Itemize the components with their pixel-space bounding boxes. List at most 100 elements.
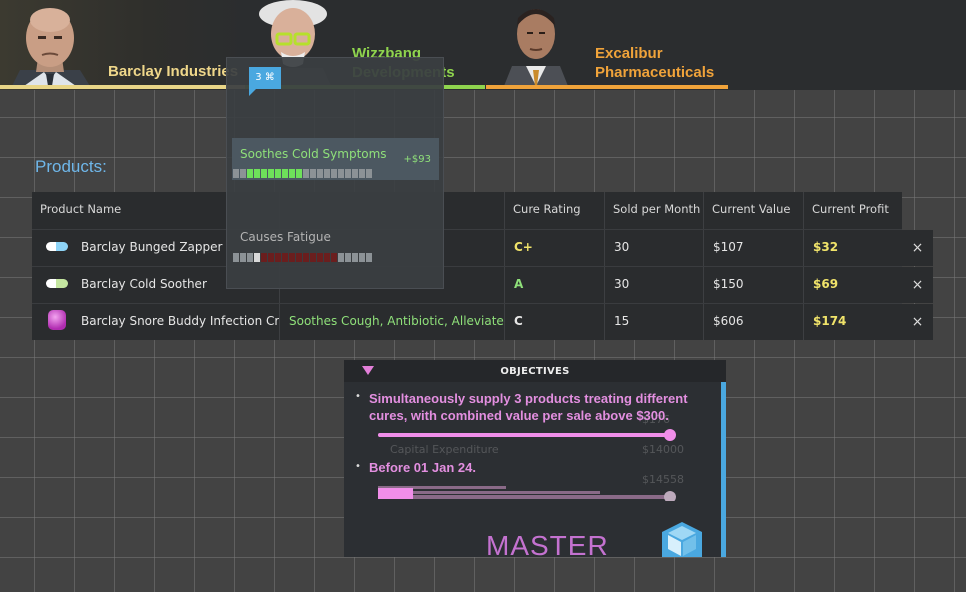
- strength-segment: [310, 253, 316, 262]
- cure-rating: C+: [505, 230, 605, 266]
- master-rank-text: MASTER: [486, 530, 609, 561]
- effect-row-positive: Soothes Cold Symptoms +$93: [232, 138, 439, 180]
- company-tab-excalibur[interactable]: Excalibur Pharmaceuticals: [486, 0, 728, 90]
- sold-per-month: 30: [605, 230, 704, 266]
- strength-segment: [359, 169, 365, 178]
- strength-segment: [303, 169, 309, 178]
- ghost-text: $14000: [642, 443, 684, 456]
- pill-icon: [46, 279, 68, 288]
- product-name: Barclay Cold Soother: [81, 277, 207, 291]
- table-row[interactable]: Barclay Bunged Zapper C+ 30 $107 $32 ×: [32, 229, 933, 266]
- strength-segment: [268, 169, 274, 178]
- current-profit: $32: [813, 240, 839, 254]
- sold-per-month: 15: [605, 304, 704, 340]
- cure-rating: C: [505, 304, 605, 340]
- strength-segment: [247, 169, 253, 178]
- current-value: $107: [704, 230, 804, 266]
- objectives-edge: [721, 382, 726, 557]
- strength-segment: [345, 253, 351, 262]
- strength-segment: [261, 253, 267, 262]
- bullet-icon: •: [355, 461, 361, 472]
- product-name: Barclay Bunged Zapper: [81, 240, 223, 254]
- strength-segment: [261, 169, 267, 178]
- product-effects-tooltip: 3 ⌘ Soothes Cold Symptoms +$93 Causes Fa…: [226, 57, 444, 289]
- strength-segment: [338, 253, 344, 262]
- current-profit: $69: [813, 277, 839, 291]
- header-sold-per-month[interactable]: Sold per Month: [605, 192, 704, 229]
- effect-label: Causes Fatigue: [240, 230, 331, 244]
- objectives-panel: OBJECTIVES $176 Capital Expenditure $140…: [344, 360, 726, 561]
- table-row[interactable]: Barclay Cold Soother A 30 $150 $69 ×: [32, 266, 933, 303]
- strength-segment: [338, 169, 344, 178]
- sold-per-month: 30: [605, 267, 704, 303]
- strength-segment: [366, 253, 372, 262]
- current-profit: $174: [813, 314, 847, 328]
- strength-segment: [289, 169, 295, 178]
- bullet-icon: •: [355, 391, 361, 402]
- ceo-portrait-excalibur: [504, 9, 568, 86]
- current-value: $606: [704, 304, 804, 340]
- strength-segment: [247, 253, 253, 262]
- strength-segment: [289, 253, 295, 262]
- remove-product-icon[interactable]: ×: [902, 267, 933, 303]
- strength-segment: [317, 169, 323, 178]
- strength-segment: [317, 253, 323, 262]
- strength-segment: [240, 169, 246, 178]
- strength-segment: [254, 169, 260, 178]
- product-effects: Soothes Cough, Antibiotic, Alleviate...: [280, 304, 505, 340]
- strength-segment: [282, 169, 288, 178]
- products-table: Product Name Cure Rating Sold per Month …: [32, 192, 933, 340]
- badge-count: 3: [255, 72, 262, 83]
- strength-segment: [275, 253, 281, 262]
- objective-text: Simultaneously supply 3 products treatin…: [369, 391, 688, 423]
- strength-segment: [324, 169, 330, 178]
- strength-segment: [345, 169, 351, 178]
- strength-segment: [275, 169, 281, 178]
- strength-segment: [296, 253, 302, 262]
- objective-progress-bar: [378, 486, 676, 501]
- strength-segment: [310, 169, 316, 178]
- company-color-bar: [486, 85, 728, 89]
- table-header: Product Name Cure Rating Sold per Month …: [32, 192, 902, 229]
- strength-segment: [233, 169, 239, 178]
- strength-segment: [233, 253, 239, 262]
- strength-segment: [352, 253, 358, 262]
- products-heading: Products:: [35, 157, 107, 176]
- remove-product-icon[interactable]: ×: [902, 304, 933, 340]
- cure-rating: A: [505, 267, 605, 303]
- header-current-profit[interactable]: Current Profit: [804, 192, 902, 229]
- strength-segment: [303, 253, 309, 262]
- collapse-triangle-icon[interactable]: [362, 366, 374, 375]
- header-cure-rating[interactable]: Cure Rating: [505, 192, 605, 229]
- product-name: Barclay Snore Buddy Infection Cru...: [81, 314, 280, 328]
- company-tab-barclay[interactable]: Barclay Industries: [0, 0, 245, 90]
- objective-text: Before 01 Jan 24.: [369, 460, 476, 475]
- effect-label: Soothes Cold Symptoms: [240, 147, 387, 161]
- effect-strength-bar: [233, 169, 372, 178]
- strength-segment: [254, 253, 260, 262]
- effects-list: Soothes Cough, Antibiotic, Alleviate...: [289, 314, 505, 328]
- strength-segment: [240, 253, 246, 262]
- product-name-cell: Barclay Snore Buddy Infection Cru...: [32, 304, 280, 340]
- strength-segment: [296, 169, 302, 178]
- effect-strength-bar: [233, 253, 372, 262]
- objective-progress-bar: [378, 429, 676, 441]
- strength-segment: [324, 253, 330, 262]
- company-bar: Barclay Industries Wizzbang Developments…: [0, 0, 966, 90]
- pill-icon: [46, 242, 68, 251]
- header-current-value[interactable]: Current Value: [704, 192, 804, 229]
- achievement-cube-icon: [662, 522, 702, 557]
- strength-segment: [352, 169, 358, 178]
- effect-row-negative: Causes Fatigue: [232, 221, 439, 263]
- ingredient-count-badge: 3 ⌘: [249, 67, 281, 96]
- table-row[interactable]: Barclay Snore Buddy Infection Cru... Soo…: [32, 303, 933, 340]
- company-name: Barclay Industries: [108, 63, 239, 80]
- ceo-portrait-barclay: [12, 8, 90, 86]
- strength-segment: [359, 253, 365, 262]
- effect-value: +$93: [403, 154, 431, 165]
- company-name: Excalibur Pharmaceuticals: [595, 45, 715, 81]
- strength-segment: [331, 169, 337, 178]
- remove-product-icon[interactable]: ×: [902, 230, 933, 266]
- objectives-title: OBJECTIVES: [344, 360, 726, 382]
- jar-icon: [48, 310, 66, 330]
